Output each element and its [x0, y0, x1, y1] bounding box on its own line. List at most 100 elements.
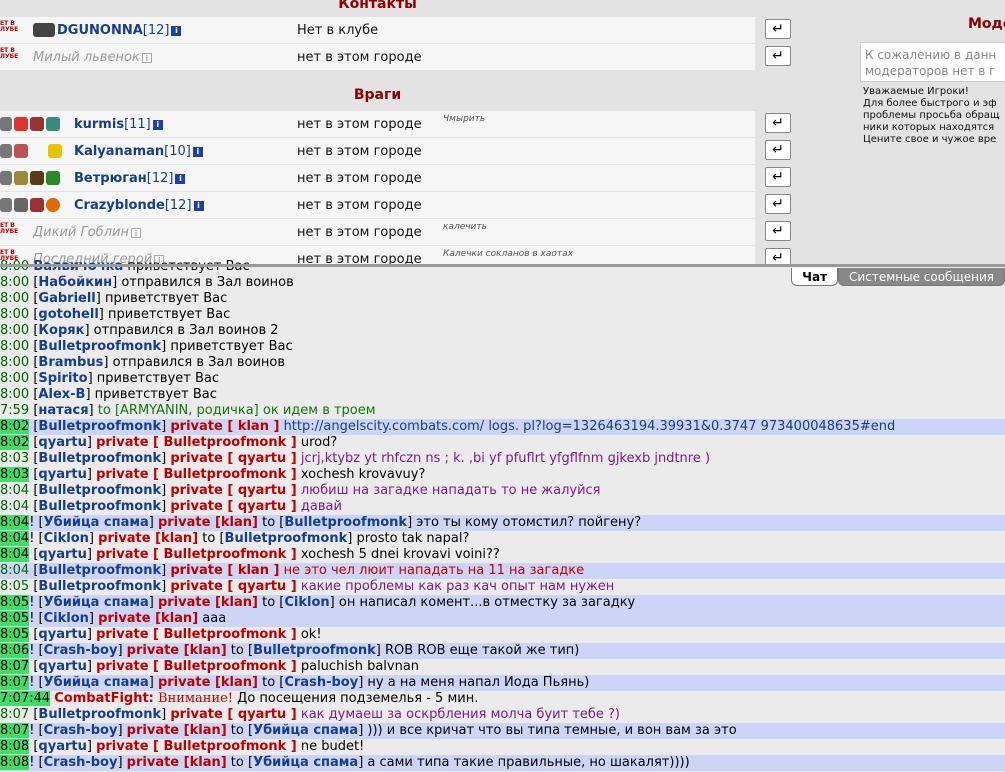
chat-nick[interactable]: Crash-boy — [284, 675, 358, 690]
timestamp[interactable]: 8:02 — [0, 419, 30, 434]
chat-nick[interactable]: Bulletproofmonk — [225, 531, 348, 546]
timestamp[interactable]: 8:05 — [0, 611, 30, 626]
timestamp[interactable]: 8:00 — [0, 339, 29, 354]
info-icon[interactable]: i — [193, 200, 204, 211]
timestamp[interactable]: 8:04 — [0, 483, 29, 498]
send-message-button[interactable]: ↵ — [765, 19, 791, 39]
info-icon[interactable]: i — [192, 146, 203, 157]
chat-nick[interactable]: qyartu — [38, 659, 86, 674]
contact-nick[interactable]: Милый львенок i — [33, 50, 152, 65]
timestamp[interactable]: 8:02 — [0, 435, 30, 450]
chat-nick[interactable]: Bulletproofmonk — [38, 339, 161, 354]
enemy-nick[interactable]: Crazyblonde[12] i — [74, 198, 204, 213]
timestamp[interactable]: 7:07:44 — [0, 691, 51, 706]
chat-log[interactable]: 8:00 Валвичочка приветствует Вас8:00 [На… — [0, 259, 1005, 772]
timestamp[interactable]: 8:03 — [0, 451, 29, 466]
chat-nick[interactable]: Gabriell — [38, 291, 95, 306]
info-icon[interactable]: i — [171, 25, 182, 36]
timestamp[interactable]: 8:00 — [0, 371, 29, 386]
timestamp[interactable]: 8:07 — [0, 723, 30, 738]
timestamp[interactable]: 8:00 — [0, 355, 29, 370]
chat-nick[interactable]: Bulletproofmonk — [38, 451, 161, 466]
timestamp[interactable]: 8:03 — [0, 467, 30, 482]
chat-nick[interactable]: qyartu — [38, 739, 86, 754]
chat-nick[interactable]: Crash-boy — [44, 755, 118, 770]
chat-nick[interactable]: Ciklon — [44, 611, 89, 626]
chat-nick[interactable]: Ciklon — [284, 595, 329, 610]
timestamp[interactable]: 8:00 — [0, 275, 29, 290]
info-icon[interactable]: i — [175, 173, 186, 184]
chat-nick[interactable]: Bulletproofmonk — [38, 499, 161, 514]
timestamp[interactable]: 8:04 — [0, 563, 29, 578]
chat-nick[interactable]: Crash-boy — [44, 643, 118, 658]
info-icon[interactable]: i — [152, 119, 163, 130]
enemy-nick[interactable]: Дикий Гоблин i — [33, 225, 141, 240]
chat-nick[interactable]: gotohell — [38, 307, 98, 322]
message-text: to [ARMYANIN, родичка] ок идем в троем — [97, 403, 376, 418]
timestamp[interactable]: 8:00 — [0, 291, 29, 306]
chat-nick[interactable]: натася — [38, 403, 88, 418]
chat-nick[interactable]: Bulletproofmonk — [253, 643, 376, 658]
timestamp[interactable]: 8:07 — [0, 659, 30, 674]
timestamp[interactable]: 8:05 — [0, 595, 30, 610]
tab-chat[interactable]: Чат — [791, 268, 839, 286]
timestamp[interactable]: 8:04 — [0, 547, 30, 562]
chat-nick[interactable]: Bulletproofmonk — [38, 563, 161, 578]
timestamp[interactable]: 8:04 — [0, 515, 30, 530]
enemy-nick[interactable]: Ветрюган[12] i — [74, 171, 186, 186]
attention-label: Внимание! — [158, 691, 234, 706]
chat-nick[interactable]: Bulletproofmonk — [38, 579, 161, 594]
message-text: ] отправился в Зал воинов 2 — [84, 323, 279, 338]
info-icon[interactable]: i — [141, 52, 152, 63]
chat-nick[interactable]: Убийца спама — [253, 755, 358, 770]
timestamp[interactable]: 7:59 — [0, 403, 29, 418]
send-message-button[interactable]: ↵ — [765, 167, 791, 187]
timestamp[interactable]: 8:00 — [0, 307, 29, 322]
contact-nick[interactable]: DGUNONNA[12] i — [57, 23, 182, 38]
enemy-nick[interactable]: Kalyanaman[10] i — [74, 144, 203, 159]
log-link[interactable]: http://angelscity.combats.com/ logs. pl?… — [284, 419, 896, 434]
send-message-button[interactable]: ↵ — [765, 194, 791, 214]
timestamp[interactable]: 8:04 — [0, 499, 29, 514]
send-message-button[interactable]: ↵ — [765, 113, 791, 133]
info-icon[interactable]: i — [130, 227, 141, 238]
chat-nick[interactable]: Bulletproofmonk — [38, 419, 161, 434]
timestamp[interactable]: 8:00 — [0, 323, 29, 338]
send-message-button[interactable]: ↵ — [765, 46, 791, 66]
chat-nick[interactable]: Убийца спама — [44, 515, 149, 530]
timestamp[interactable]: 8:00 — [0, 387, 29, 402]
chat-nick[interactable]: qyartu — [38, 627, 86, 642]
panel-divider[interactable] — [0, 264, 1005, 267]
chat-nick[interactable]: Alex-B — [38, 387, 85, 402]
chat-nick[interactable]: qyartu — [38, 435, 86, 450]
message-text: какие проблемы как раз кач опыт нам нуже… — [300, 579, 615, 594]
chat-nick[interactable]: Убийца спама — [44, 675, 149, 690]
chat-nick[interactable]: Ciklon — [44, 531, 89, 546]
chat-nick[interactable]: Убийца спама — [44, 595, 149, 610]
timestamp[interactable]: 8:05 — [0, 579, 29, 594]
timestamp[interactable]: 8:05 — [0, 627, 30, 642]
chat-nick[interactable]: Spirito — [38, 371, 87, 386]
chat-nick[interactable]: Коряк — [38, 323, 84, 338]
chat-nick[interactable]: Crash-boy — [44, 723, 118, 738]
tab-system-messages[interactable]: Системные сообщения — [838, 268, 1005, 286]
enemy-nick[interactable]: kurmis[11] i — [74, 117, 163, 132]
timestamp[interactable]: 8:06 — [0, 643, 30, 658]
send-message-button[interactable]: ↵ — [765, 221, 791, 241]
chat-line: 8:00 [Коряк] отправился в Зал воинов 2 — [0, 323, 1005, 339]
chat-nick[interactable]: qyartu — [38, 467, 86, 482]
chat-nick[interactable]: Bulletproofmonk — [38, 483, 161, 498]
send-message-button[interactable]: ↵ — [765, 140, 791, 160]
chat-nick[interactable]: Убийца спама — [253, 723, 358, 738]
chat-nick[interactable]: Brambus — [38, 355, 103, 370]
timestamp[interactable]: 8:07 — [0, 675, 30, 690]
timestamp[interactable]: 8:08 — [0, 739, 30, 754]
chat-nick[interactable]: Набойкин — [38, 275, 112, 290]
timestamp[interactable]: 8:08 — [0, 755, 30, 770]
timestamp[interactable]: 8:04 — [0, 531, 30, 546]
chat-nick[interactable]: Bulletproofmonk — [284, 515, 407, 530]
timestamp[interactable]: 8:07 — [0, 707, 29, 722]
chat-nick[interactable]: Bulletproofmonk — [38, 707, 161, 722]
chat-tabs: Чат Системные сообщения — [791, 268, 1005, 286]
chat-nick[interactable]: qyartu — [38, 547, 86, 562]
